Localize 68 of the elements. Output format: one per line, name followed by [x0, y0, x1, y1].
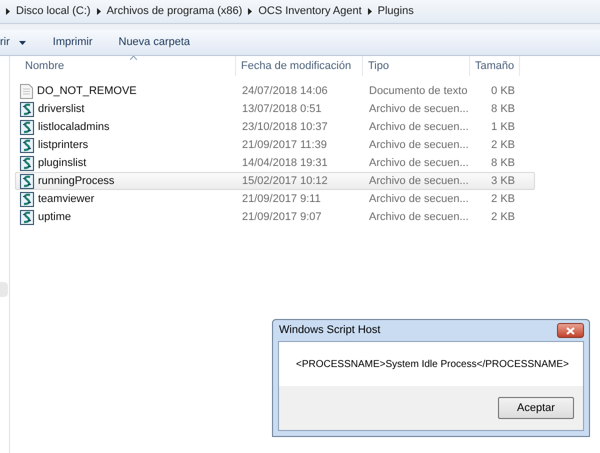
file-size: 2 KB	[491, 192, 515, 205]
file-name: uptime	[38, 210, 72, 225]
file-row[interactable]: driverslist 13/07/2018 0:51 Archivo de secuen... 8 KB	[15, 100, 535, 118]
toolbar-button[interactable]: Nueva carpeta	[106, 34, 204, 51]
file-row[interactable]: listprinters 21/09/2017 11:39 Archivo de secuen... 2 KB	[15, 136, 535, 154]
file-name: runningProcess	[38, 174, 114, 189]
file-date: 23/10/2018 10:37	[242, 120, 328, 133]
file-size: 3 KB	[491, 174, 515, 187]
file-type: Archivo de secuen...	[369, 138, 469, 151]
breadcrumb-item[interactable]: Plugins	[378, 3, 414, 20]
file-size: 2 KB	[491, 138, 515, 151]
breadcrumb-item[interactable]: Disco local (C:)	[16, 3, 91, 20]
column-header[interactable]: Nombre	[10, 56, 236, 76]
file-date: 21/09/2017 11:39	[242, 138, 327, 151]
file-name: listprinters	[38, 138, 88, 153]
file-size: 0 KB	[491, 84, 515, 97]
file-date: 13/07/2018 0:51	[242, 102, 322, 115]
file-row[interactable]: uptime 21/09/2017 9:07 Archivo de secuen... 2 KB	[15, 208, 535, 226]
script-file-icon	[20, 210, 34, 224]
file-row[interactable]: listlocaladmins 23/10/2018 10:37 Archivo de secuen... 1 KB	[15, 118, 535, 136]
file-type: Archivo de secuen...	[369, 210, 469, 223]
file-row[interactable]: runningProcess 15/02/2017 10:12 Archivo de secuen... 3 KB	[15, 172, 535, 190]
dialog-message: <PROCESSNAME>System Idle Process</PROCESSNAME>	[296, 358, 569, 372]
column-header[interactable]: Fecha de modificación	[236, 56, 363, 76]
dialog-title: Windows Script Host	[278, 323, 380, 338]
chevron-icon	[96, 8, 101, 15]
chevron-icon	[368, 8, 372, 15]
file-name: pluginslist	[38, 156, 86, 171]
chevron-icon	[248, 8, 252, 15]
close-button[interactable]	[557, 323, 584, 338]
file-name: teamviewer	[38, 192, 94, 207]
file-row[interactable]: teamviewer 21/09/2017 9:11 Archivo de secuen... 2 KB	[15, 190, 535, 208]
accept-button[interactable]: Aceptar	[498, 397, 574, 419]
file-size: 2 KB	[491, 210, 515, 223]
file-row[interactable]: DO_NOT_REMOVE 24/07/2018 14:06 Documento de texto 0 KB	[15, 82, 535, 100]
toolbar-button[interactable]: rir	[0, 34, 40, 51]
document-icon	[20, 84, 33, 98]
file-size: 8 KB	[491, 102, 515, 115]
script-file-icon	[20, 102, 34, 116]
toolbar-button[interactable]: Imprimir	[40, 34, 106, 51]
file-name: listlocaladmins	[38, 120, 110, 135]
file-date: 15/02/2017 10:12	[242, 174, 328, 187]
file-name: driverslist	[38, 102, 84, 117]
file-type: Archivo de secuen...	[369, 120, 469, 133]
script-file-icon	[20, 156, 34, 170]
column-header[interactable]: Tipo	[363, 56, 470, 76]
file-type: Archivo de secuen...	[369, 156, 469, 169]
file-type: Archivo de secuen...	[369, 192, 469, 205]
breadcrumb-item[interactable]: Archivos de programa (x86)	[106, 3, 242, 20]
script-file-icon	[20, 192, 34, 206]
file-size: 8 KB	[491, 156, 515, 169]
chevron-icon	[6, 8, 10, 15]
file-date: 24/07/2018 14:06	[242, 84, 328, 97]
file-size: 1 KB	[491, 120, 515, 133]
file-type: Archivo de secuen...	[369, 174, 469, 187]
file-date: 21/09/2017 9:11	[242, 192, 321, 205]
file-date: 14/04/2018 19:31	[242, 156, 328, 169]
file-type: Archivo de secuen...	[369, 102, 469, 115]
script-file-icon	[20, 174, 34, 188]
column-header[interactable]: Tamaño	[470, 56, 520, 76]
close-icon	[566, 326, 575, 334]
breadcrumb-item[interactable]: OCS Inventory Agent	[258, 3, 362, 20]
file-date: 21/09/2017 9:07	[242, 210, 322, 223]
script-file-icon	[20, 138, 34, 152]
file-type: Documento de texto	[369, 84, 468, 97]
file-row[interactable]: pluginslist 14/04/2018 19:31 Archivo de secuen... 8 KB	[15, 154, 535, 172]
file-name: DO_NOT_REMOVE	[37, 84, 137, 99]
script-file-icon	[20, 120, 34, 134]
